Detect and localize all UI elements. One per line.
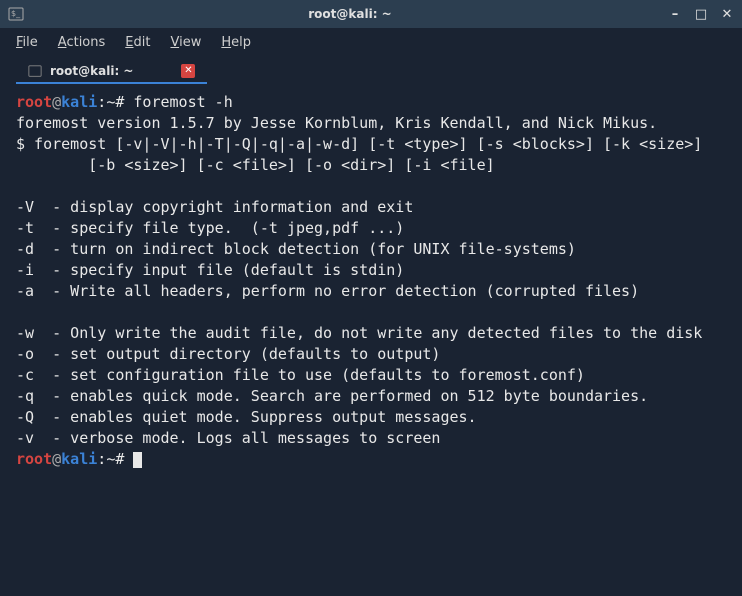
window-title: root@kali: ~ (32, 7, 668, 21)
output-line: -V - display copyright information and e… (16, 198, 413, 216)
svg-text:$_: $_ (11, 9, 21, 18)
close-button[interactable]: ✕ (720, 7, 734, 22)
output-line: foremost version 1.5.7 by Jesse Kornblum… (16, 114, 657, 132)
terminal-icon (28, 64, 42, 78)
cursor (133, 452, 142, 468)
output-line: -t - specify file type. (-t jpeg,pdf ...… (16, 219, 404, 237)
window-controls: – □ ✕ (668, 7, 734, 22)
app-icon: $_ (8, 6, 24, 22)
menu-file[interactable]: File (16, 35, 38, 50)
command-text: foremost -h (133, 93, 232, 111)
titlebar: $_ root@kali: ~ – □ ✕ (0, 0, 742, 28)
terminal-content[interactable]: root@kali:~# foremost -h foremost versio… (0, 84, 742, 596)
tab-close-button[interactable]: ✕ (181, 64, 195, 78)
maximize-button[interactable]: □ (694, 7, 708, 22)
output-line: -i - specify input file (default is stdi… (16, 261, 404, 279)
prompt-colon: : (97, 450, 106, 468)
prompt-colon: : (97, 93, 106, 111)
prompt-at: @ (52, 450, 61, 468)
output-line: -c - set configuration file to use (defa… (16, 366, 585, 384)
output-line: [-b <size>] [-c <file>] [-o <dir>] [-i <… (16, 156, 495, 174)
menubar: File Actions Edit View Help (0, 28, 742, 56)
minimize-button[interactable]: – (668, 7, 682, 22)
terminal-window: $_ root@kali: ~ – □ ✕ File Actions Edit … (0, 0, 742, 596)
tab-active[interactable]: root@kali: ~ ✕ (16, 60, 207, 84)
prompt-hash: # (115, 450, 124, 468)
prompt-path: ~ (106, 450, 115, 468)
output-line: -d - turn on indirect block detection (f… (16, 240, 576, 258)
menu-edit[interactable]: Edit (125, 35, 150, 50)
menu-view[interactable]: View (170, 35, 201, 50)
output-line: $ foremost [-v|-V|-h|-T|-Q|-q|-a|-w-d] [… (16, 135, 702, 153)
output-line: -q - enables quick mode. Search are perf… (16, 387, 648, 405)
tabbar: root@kali: ~ ✕ (0, 56, 742, 84)
prompt-path: ~ (106, 93, 115, 111)
tab-label: root@kali: ~ (50, 64, 133, 78)
output-line: -a - Write all headers, perform no error… (16, 282, 639, 300)
prompt-hash: # (115, 93, 124, 111)
output-line: -w - Only write the audit file, do not w… (16, 324, 702, 342)
prompt-user: root (16, 450, 52, 468)
output-line: -o - set output directory (defaults to o… (16, 345, 440, 363)
prompt-host: kali (61, 450, 97, 468)
prompt-at: @ (52, 93, 61, 111)
menu-help[interactable]: Help (221, 35, 251, 50)
prompt-host: kali (61, 93, 97, 111)
output-line: -v - verbose mode. Logs all messages to … (16, 429, 440, 447)
menu-actions[interactable]: Actions (58, 35, 106, 50)
output-line: -Q - enables quiet mode. Suppress output… (16, 408, 477, 426)
prompt-user: root (16, 93, 52, 111)
